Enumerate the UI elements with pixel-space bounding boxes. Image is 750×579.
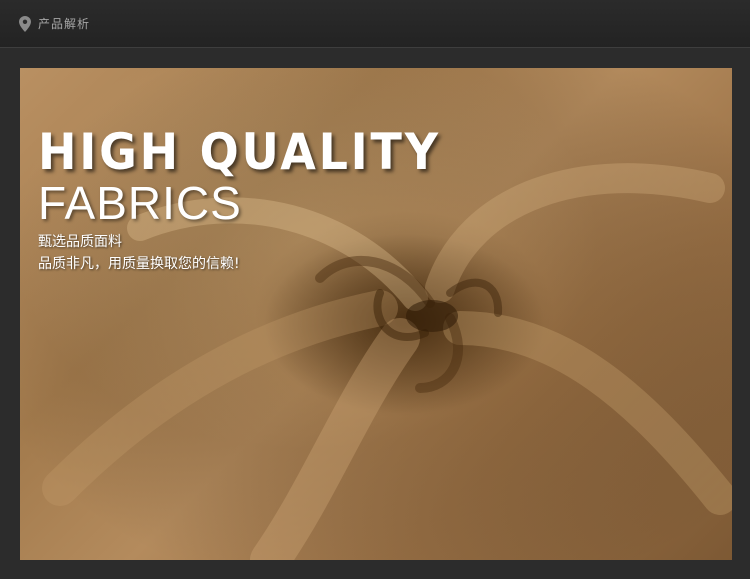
section-header: 产品解析 [0,0,750,48]
section-title: 产品解析 [38,17,91,31]
bottom-border [0,560,750,579]
tagline-1: 甄选品质面料 [38,234,122,250]
headline: HIGH QUALITY [38,123,441,181]
location-pin-icon [19,16,31,32]
tagline-2: 品质非凡，用质量换取您的信赖! [38,256,240,272]
subheadline: FABRICS [38,177,242,229]
